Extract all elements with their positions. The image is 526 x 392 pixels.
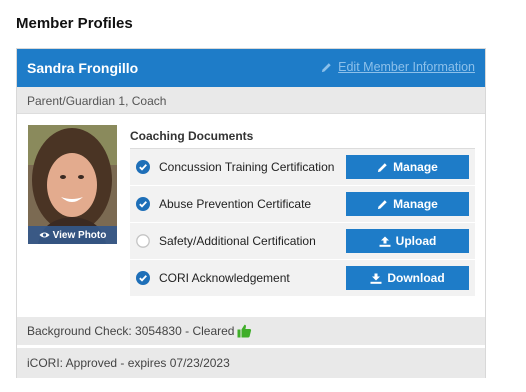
manage-button-label: Manage bbox=[393, 160, 438, 174]
document-row: CORI Acknowledgement Download bbox=[130, 260, 475, 297]
member-roles: Parent/Guardian 1, Coach bbox=[27, 94, 167, 108]
empty-circle-icon bbox=[136, 234, 150, 248]
manage-button[interactable]: Manage bbox=[346, 192, 469, 216]
upload-icon bbox=[379, 236, 391, 247]
section-title: Member Profiles bbox=[16, 15, 133, 32]
icori-status: iCORI: Approved - expires 07/23/2023 bbox=[27, 356, 230, 370]
download-button[interactable]: Download bbox=[346, 266, 469, 290]
document-name: Abuse Prevention Certificate bbox=[159, 197, 312, 211]
view-photo-label: View Photo bbox=[52, 229, 107, 241]
roles-bar: Parent/Guardian 1, Coach bbox=[17, 87, 485, 114]
upload-button-label: Upload bbox=[395, 234, 437, 248]
download-icon bbox=[370, 273, 382, 284]
manage-button[interactable]: Manage bbox=[346, 155, 469, 179]
member-photo: View Photo bbox=[28, 125, 117, 244]
pencil-icon bbox=[378, 162, 387, 172]
coaching-documents-title: Coaching Documents bbox=[130, 129, 254, 143]
document-name: CORI Acknowledgement bbox=[159, 271, 290, 285]
document-row: Concussion Training Certification Manage bbox=[130, 149, 475, 186]
eye-icon bbox=[39, 232, 50, 238]
edit-member-link[interactable]: Edit Member Information bbox=[321, 60, 475, 74]
check-circle-icon bbox=[136, 160, 150, 174]
upload-button[interactable]: Upload bbox=[346, 229, 469, 253]
download-button-label: Download bbox=[387, 271, 445, 285]
document-row: Safety/Additional Certification Upload bbox=[130, 223, 475, 260]
manage-button-label: Manage bbox=[393, 197, 438, 211]
background-check-bar: Background Check: 3054830 - Cleared bbox=[17, 317, 485, 347]
member-name: Sandra Frongillo bbox=[27, 60, 139, 76]
pencil-icon bbox=[322, 62, 331, 72]
view-photo-button[interactable]: View Photo bbox=[28, 226, 117, 244]
document-name: Concussion Training Certification bbox=[159, 160, 335, 174]
document-name: Safety/Additional Certification bbox=[159, 234, 316, 248]
thumbs-up-icon bbox=[237, 324, 252, 338]
check-circle-icon bbox=[136, 271, 150, 285]
document-row: Abuse Prevention Certificate Manage bbox=[130, 186, 475, 223]
member-card: Sandra Frongillo Edit Member Information… bbox=[16, 48, 486, 378]
pencil-icon bbox=[378, 199, 387, 209]
icori-bar: iCORI: Approved - expires 07/23/2023 bbox=[17, 348, 485, 378]
edit-member-link-label: Edit Member Information bbox=[338, 60, 475, 74]
documents-list: Concussion Training Certification Manage… bbox=[130, 148, 475, 297]
background-check-status: Background Check: 3054830 - Cleared bbox=[27, 324, 235, 338]
member-card-header: Sandra Frongillo Edit Member Information bbox=[17, 49, 485, 87]
check-circle-icon bbox=[136, 197, 150, 211]
